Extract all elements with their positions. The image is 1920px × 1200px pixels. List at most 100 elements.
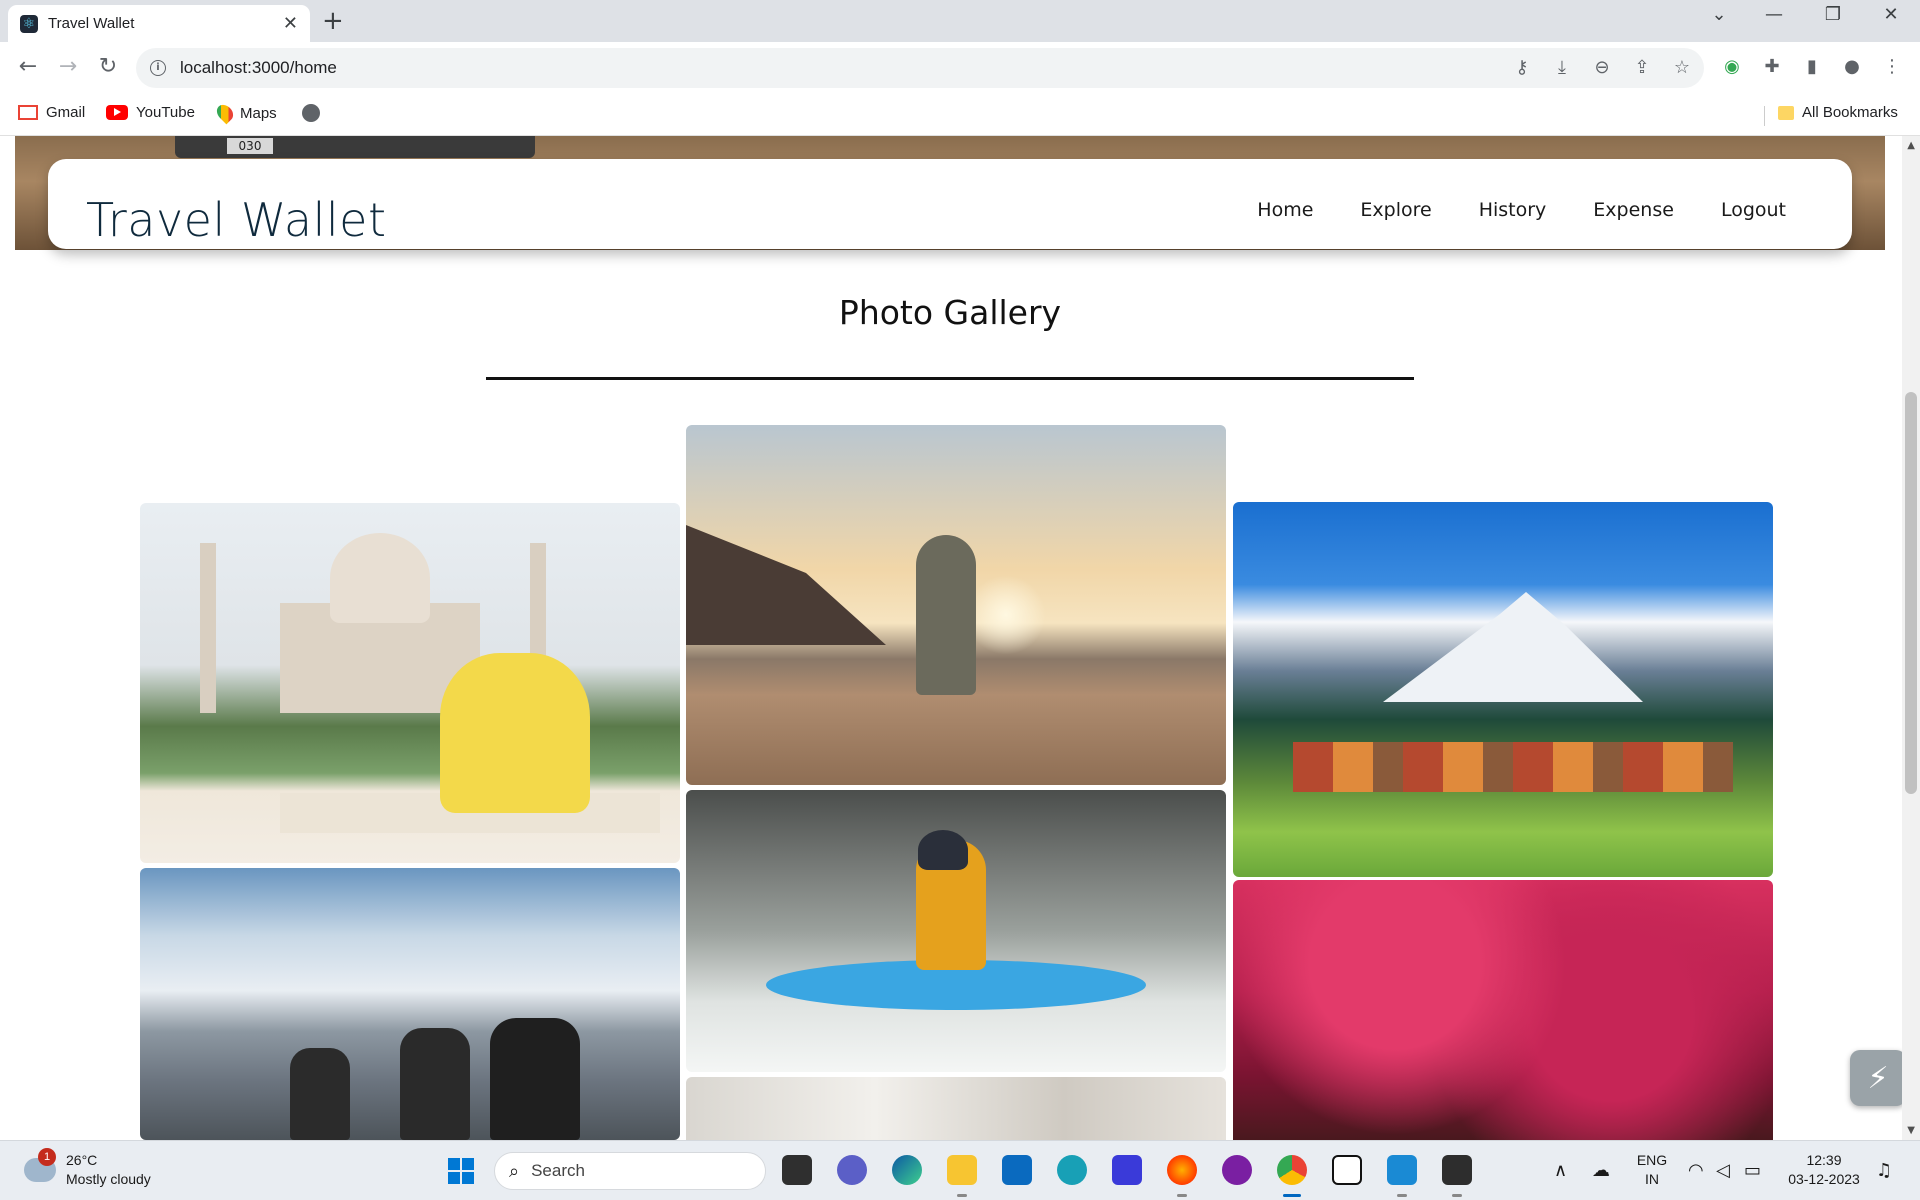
hero-license-plate: 030 <box>227 138 273 154</box>
install-app-icon[interactable]: ⤓ <box>1550 57 1574 78</box>
scroll-thumb[interactable] <box>1905 392 1917 794</box>
browser-tab[interactable]: ⚛ Travel Wallet ✕ <box>8 5 310 42</box>
minaret-shape <box>200 543 216 713</box>
back-button[interactable]: ← <box>12 54 44 79</box>
battery-icon[interactable]: ▭ <box>1744 1160 1761 1181</box>
url-text: localhost:3000/home <box>180 58 337 77</box>
site-info-icon[interactable]: i <box>150 60 166 76</box>
tab-search-icon[interactable]: ⌄ <box>1696 4 1742 25</box>
photo-cherry-blossom[interactable] <box>1233 880 1773 1140</box>
file-explorer-icon[interactable] <box>947 1155 977 1185</box>
browser-tab-bar: ⚛ Travel Wallet ✕ + ⌄ — ❐ ✕ <box>0 0 1920 42</box>
notification-badge: 1 <box>38 1148 56 1166</box>
sun-glow <box>966 575 1046 655</box>
cloud-icon: 1 <box>24 1148 56 1182</box>
helmet-shape <box>918 830 968 870</box>
running-indicator <box>957 1194 967 1197</box>
gmail-icon <box>18 105 38 120</box>
maps-icon <box>213 101 237 125</box>
cliff-shape <box>686 525 886 645</box>
running-indicator <box>1452 1194 1462 1197</box>
close-tab-icon[interactable]: ✕ <box>283 13 298 34</box>
bookmark-label: Maps <box>240 104 277 122</box>
active-indicator <box>1283 1194 1301 1197</box>
terminal-icon[interactable] <box>1442 1155 1472 1185</box>
floating-action-button[interactable]: ⚡ <box>1850 1050 1906 1106</box>
all-bookmarks[interactable]: All Bookmarks <box>1778 104 1898 121</box>
react-favicon-icon: ⚛ <box>20 14 38 33</box>
profile-avatar-icon[interactable]: ● <box>1840 56 1864 80</box>
windows-start-icon[interactable] <box>448 1158 474 1184</box>
edge-icon[interactable] <box>892 1155 922 1185</box>
scroll-up-arrow-icon[interactable]: ▲ <box>1907 140 1915 151</box>
password-key-icon[interactable]: ⚷ <box>1510 57 1534 78</box>
all-bookmarks-label: All Bookmarks <box>1802 104 1898 121</box>
onedrive-icon[interactable]: ☁ <box>1592 1160 1610 1181</box>
nav-logout[interactable]: Logout <box>1721 199 1786 221</box>
tray-overflow-icon[interactable]: ∧ <box>1554 1160 1567 1181</box>
houses-shape <box>1293 742 1733 792</box>
bookmarks-bar: Gmail YouTube Maps All Bookmarks <box>0 96 1920 136</box>
task-view-icon[interactable] <box>782 1155 812 1185</box>
bookmark-maps[interactable]: Maps <box>213 101 277 125</box>
bookmark-youtube[interactable]: YouTube <box>106 104 195 121</box>
weather-widget[interactable]: 1 26°C Mostly cloudy <box>24 1148 151 1189</box>
lightning-icon: ⚡ <box>1867 1060 1889 1096</box>
bookmarks-divider <box>1764 106 1765 126</box>
photo-mountain-bikers[interactable] <box>140 868 680 1140</box>
extensions-puzzle-icon[interactable]: ✚ <box>1760 56 1784 80</box>
page-scrollbar[interactable]: ▲ ▼ <box>1902 136 1920 1140</box>
share-icon[interactable]: ⇪ <box>1630 57 1654 78</box>
close-window-button[interactable]: ✕ <box>1868 4 1914 25</box>
folder-icon <box>1778 105 1794 120</box>
weather-description: Mostly cloudy <box>66 1171 151 1187</box>
chrome-icon[interactable] <box>1277 1155 1307 1185</box>
site-brand[interactable]: Travel Wallet <box>86 193 387 247</box>
globe-icon <box>302 104 320 122</box>
scroll-down-arrow-icon[interactable]: ▼ <box>1907 1125 1915 1136</box>
bookmark-gmail[interactable]: Gmail <box>18 104 85 121</box>
bookmark-label: YouTube <box>136 104 195 121</box>
nav-history[interactable]: History <box>1479 199 1547 221</box>
new-tab-button[interactable]: + <box>322 6 344 36</box>
photo-beach-sunset[interactable] <box>686 425 1226 785</box>
bookmark-globe[interactable] <box>302 104 328 122</box>
running-indicator <box>1177 1194 1187 1197</box>
region-code: IN <box>1645 1171 1659 1187</box>
vscode-icon[interactable] <box>1387 1155 1417 1185</box>
wifi-icon[interactable]: ◠ <box>1688 1160 1704 1181</box>
volume-muted-icon[interactable]: ◁ <box>1716 1160 1730 1181</box>
nav-explore[interactable]: Explore <box>1360 199 1431 221</box>
photo-taj-mahal[interactable] <box>140 503 680 863</box>
reload-button[interactable]: ↻ <box>92 54 124 79</box>
notification-bell-icon[interactable]: ♫ <box>1876 1160 1892 1181</box>
forward-button[interactable]: → <box>52 54 84 79</box>
bookmark-star-icon[interactable]: ☆ <box>1670 57 1694 78</box>
clock[interactable]: 12:39 03-12-2023 <box>1780 1151 1868 1189</box>
teams-chat-icon[interactable] <box>837 1155 867 1185</box>
site-menu: Home Explore History Expense Logout <box>1210 199 1786 221</box>
side-panel-icon[interactable]: ▮ <box>1800 56 1824 80</box>
mask-app-icon[interactable] <box>1222 1155 1252 1185</box>
photo-blurred[interactable] <box>686 1077 1226 1140</box>
nav-expense[interactable]: Expense <box>1593 199 1674 221</box>
firefox-icon[interactable] <box>1167 1155 1197 1185</box>
language-indicator[interactable]: ENG IN <box>1632 1151 1672 1189</box>
restore-button[interactable]: ❐ <box>1810 4 1856 25</box>
menu-kebab-icon[interactable]: ⋮ <box>1880 56 1904 80</box>
address-bar[interactable]: i localhost:3000/home <box>136 48 1704 88</box>
nav-home[interactable]: Home <box>1257 199 1313 221</box>
photo-kayaking[interactable] <box>686 790 1226 1072</box>
microsoft-store-icon[interactable] <box>1002 1155 1032 1185</box>
taskbar-search[interactable]: ⌕ Search <box>494 1152 766 1190</box>
cortana-icon[interactable] <box>1057 1155 1087 1185</box>
zoom-icon[interactable]: ⊖ <box>1590 57 1614 78</box>
minimize-button[interactable]: — <box>1751 4 1797 25</box>
notion-icon[interactable] <box>1332 1155 1362 1185</box>
rider-shape <box>400 1028 470 1140</box>
photo-kashmir-valley[interactable] <box>1233 502 1773 877</box>
person-shape <box>440 653 590 813</box>
rider-shape <box>490 1018 580 1140</box>
notes-app-icon[interactable] <box>1112 1155 1142 1185</box>
extension-circle-icon[interactable]: ◉ <box>1720 56 1744 80</box>
